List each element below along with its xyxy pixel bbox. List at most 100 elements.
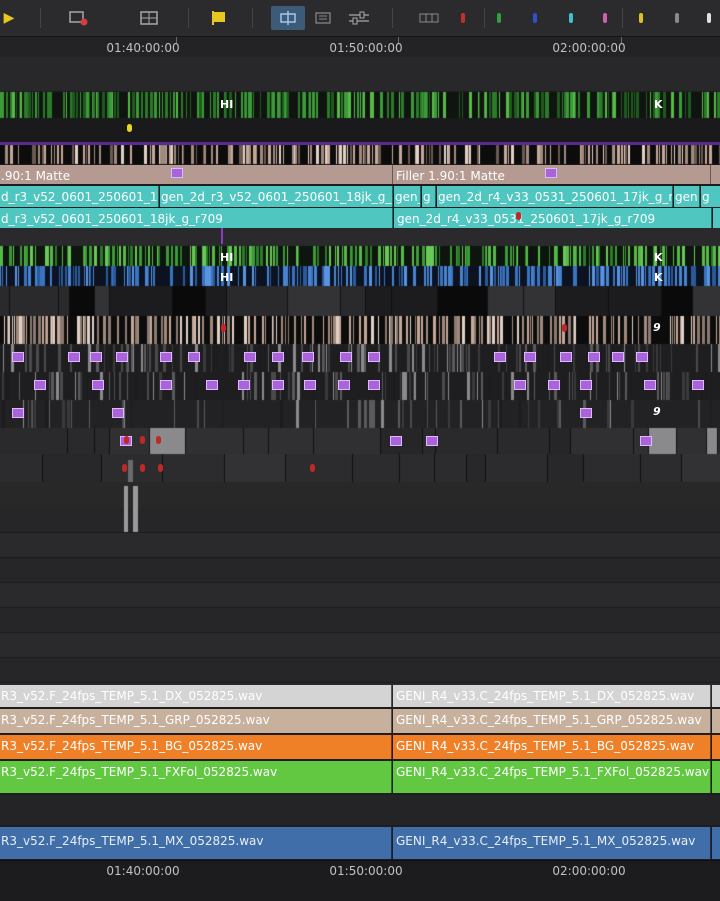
effect-badge-icon[interactable] [514,380,526,390]
audio-track-dx: R3_v52.F_24fps_TEMP_5.1_DX_052825.wav GE… [0,685,720,707]
effect-badge-icon[interactable] [692,380,704,390]
effect-badge-icon[interactable] [644,380,656,390]
effect-badge-icon[interactable] [368,352,380,362]
effect-badge-icon[interactable] [68,352,80,362]
title-glyph: HI [220,271,234,284]
matte-clip[interactable]: .90:1 Matte [0,165,393,184]
red-clip-marker[interactable] [140,464,145,472]
clip-label: GENI_R4_v33.C_24fps_TEMP_5.1_GRP_052825.… [396,713,702,727]
effect-badge-icon[interactable] [160,352,172,362]
audio-clip[interactable] [712,709,720,733]
clip-label: R3_v52.F_24fps_TEMP_5.1_GRP_052825.wav [1,713,270,727]
effect-badge-icon[interactable] [588,352,600,362]
clip-label: GENI_R4_v33.C_24fps_TEMP_5.1_DX_052825.w… [396,689,695,703]
video-clip[interactable]: gen [674,186,700,207]
video-clip[interactable]: gen_2d_r3_v52_0601_250601_18jk_g_r709 [160,186,393,207]
title-glyph: K [654,271,663,284]
audio-clip[interactable]: GENI_R4_v33.C_24fps_TEMP_5.1_DX_052825.w… [393,685,711,707]
audio-clip[interactable] [712,685,720,707]
effect-badge-icon[interactable] [12,352,24,362]
red-clip-marker[interactable] [122,464,127,472]
effect-badge-icon[interactable] [368,380,380,390]
effect-badge-icon[interactable] [426,436,438,446]
video-clip[interactable] [713,208,720,228]
effect-badge-icon[interactable] [302,352,314,362]
effect-badge-icon[interactable] [524,352,536,362]
effect-badge-icon[interactable] [640,436,652,446]
video-clip[interactable]: g [422,186,436,207]
effect-badge-icon[interactable] [636,352,648,362]
effect-badge-icon[interactable] [560,352,572,362]
audio-track-empty [0,795,720,825]
red-clip-marker[interactable] [124,436,129,444]
effect-badge-icon[interactable] [545,168,557,178]
video-clip[interactable]: d_r3_v52_0601_250601_18jk [0,186,159,207]
video-clip[interactable]: gen_ [394,186,421,207]
clip-label: g [702,190,710,204]
effect-badge-icon[interactable] [92,380,104,390]
effect-badge-icon[interactable] [34,380,46,390]
video-track-v3: d_r3_v52_0601_250601_18jk gen_2d_r3_v52_… [0,186,720,207]
video-clip[interactable]: gen_2d_r4_v33_0531_250601_17jk_g_r709 [394,208,712,228]
audio-clip[interactable]: R3_v52.F_24fps_TEMP_5.1_MX_052825.wav [0,827,392,859]
audio-clip[interactable] [712,735,720,759]
yellow-marker[interactable] [127,124,132,132]
effect-badge-icon[interactable] [580,380,592,390]
red-clip-marker[interactable] [221,324,226,332]
clip-label: gen_2d_r3_v52_0601_250601_18jk_g_r709 [161,190,392,204]
effect-badge-icon[interactable] [272,352,284,362]
audio-clip[interactable] [712,827,720,859]
audio-track-bg: R3_v52.F_24fps_TEMP_5.1_BG_052825.wav GE… [0,735,720,759]
effect-badge-icon[interactable] [238,380,250,390]
effect-badge-icon[interactable] [90,352,102,362]
clip-label: gen_2d_r4_v33_0531_250601_17jk_g_r709 [397,212,656,226]
clip-label: R3_v52.F_24fps_TEMP_5.1_MX_052825.wav [1,834,264,848]
effect-badge-icon[interactable] [340,352,352,362]
matte-clip[interactable] [711,165,720,184]
effect-badge-icon[interactable] [171,168,183,178]
playhead[interactable] [221,228,223,244]
effect-badge-icon[interactable] [188,352,200,362]
red-clip-marker[interactable] [516,212,521,220]
red-clip-marker[interactable] [140,436,145,444]
timecode-label: 01:40:00:00 [106,864,180,878]
title-glyph: 9 [653,321,661,334]
video-clip[interactable]: g [701,186,720,207]
audio-clip[interactable]: R3_v52.F_24fps_TEMP_5.1_DX_052825.wav [0,685,392,707]
video-clip[interactable]: d_r3_v52_0601_250601_18jk_g_r709 [0,208,393,228]
clip-label: d_r3_v52_0601_250601_18jk_g_r709 [1,212,223,226]
effect-badge-icon[interactable] [338,380,350,390]
red-clip-marker[interactable] [562,324,567,332]
effect-badge-icon[interactable] [160,380,172,390]
effect-badge-icon[interactable] [548,380,560,390]
video-clip[interactable]: gen_2d_r4_v33_0531_250601_17jk_g_r709 [437,186,673,207]
audio-clip[interactable]: GENI_R4_v33.C_24fps_TEMP_5.1_BG_052825.w… [393,735,711,759]
effect-badge-icon[interactable] [12,408,24,418]
red-clip-marker[interactable] [156,436,161,444]
clip-label: GENI_R4_v33.C_24fps_TEMP_5.1_FXFol_05282… [396,765,710,779]
audio-clip[interactable]: R3_v52.F_24fps_TEMP_5.1_GRP_052825.wav [0,709,392,733]
clip-label: R3_v52.F_24fps_TEMP_5.1_BG_052825.wav [1,739,263,753]
effect-badge-icon[interactable] [390,436,402,446]
effect-badge-icon[interactable] [116,352,128,362]
effect-badge-icon[interactable] [612,352,624,362]
effect-badge-icon[interactable] [304,380,316,390]
effect-badge-icon[interactable] [206,380,218,390]
audio-clip[interactable] [712,761,720,793]
audio-clip[interactable]: R3_v52.F_24fps_TEMP_5.1_BG_052825.wav [0,735,392,759]
title-glyph: HI [220,251,234,264]
audio-clip[interactable]: GENI_R4_v33.C_24fps_TEMP_5.1_FXFol_05282… [393,761,711,793]
audio-clip[interactable]: GENI_R4_v33.C_24fps_TEMP_5.1_MX_052825.w… [393,827,711,859]
effect-badge-icon[interactable] [494,352,506,362]
effect-badge-icon[interactable] [112,408,124,418]
effect-badge-icon[interactable] [272,380,284,390]
audio-clip[interactable]: GENI_R4_v33.C_24fps_TEMP_5.1_GRP_052825.… [393,709,711,733]
clip-label: gen_ [395,190,421,204]
effect-badge-icon[interactable] [580,408,592,418]
timeline-ruler-bottom[interactable]: 01:40:00:00 01:50:00:00 02:00:00:00 [0,860,720,901]
audio-clip[interactable]: R3_v52.F_24fps_TEMP_5.1_FXFol_052825.wav [0,761,392,793]
red-clip-marker[interactable] [310,464,315,472]
red-clip-marker[interactable] [158,464,163,472]
audio-track-mx: R3_v52.F_24fps_TEMP_5.1_MX_052825.wav GE… [0,827,720,859]
effect-badge-icon[interactable] [244,352,256,362]
